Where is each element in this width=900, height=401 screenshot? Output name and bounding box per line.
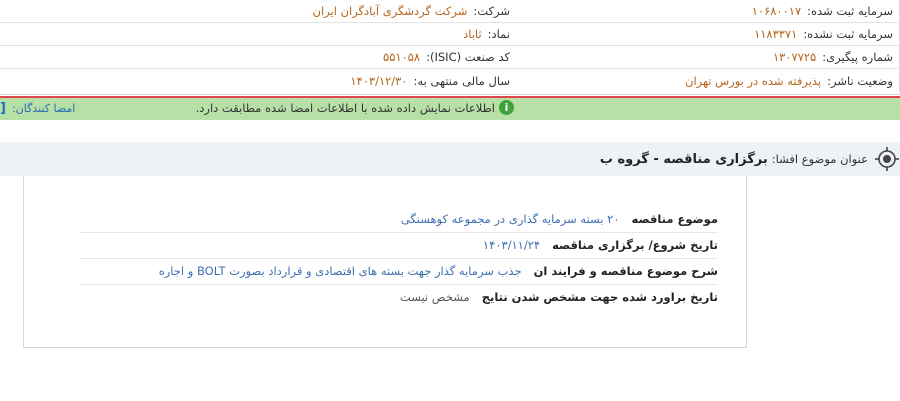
detail-row-subject: موضوع مناقصه ۲۰ بسته سرمایه گذاری در مجم… [80,206,718,233]
isic-label: کد صنعت (ISIC): [426,50,510,64]
symbol-value: ثاباد [463,27,482,41]
info-icon: i [499,100,514,115]
info-row-3: کد صنعت (ISIC): ۵۵۱۰۵۸ شماره پیگیری: ۱۳۰… [0,46,900,69]
detail-label: تاریخ شروع/ برگزاری مناقصه [552,238,718,252]
company-label: شرکت: [473,4,510,18]
symbol-label: نماد: [487,27,510,41]
unregistered-capital-value: ۱۱۸۳۳۷۱ [754,27,798,41]
company-info-table: شرکت: شرکت گردشگری آبادگران ایران سرمایه… [0,0,900,95]
registered-capital-value: ۱۰۶۸۰۰۱۷ [751,4,802,18]
detail-label: شرح موضوع مناقصه و فرایند ان [533,264,718,278]
detail-value: ۲۰ بسته سرمایه گذاری در مجموعه کوهسنگی [400,212,620,226]
detail-row-start-date: تاریخ شروع/ برگزاری مناقصه ۱۴۰۳/۱۱/۲۴ [80,232,718,259]
symbol-cell: نماد: ثاباد [0,23,516,45]
signers[interactable]: امضا کنندگان: [ [0,101,75,116]
tracking-value: ۱۳۰۷۷۲۵ [773,50,817,64]
info-row-2: نماد: ثاباد سرمایه ثبت نشده: ۱۱۸۳۳۷۱ [0,23,900,46]
info-row-4: سال مالی منتهی به: ۱۴۰۳/۱۲/۳۰ وضعیت ناشر… [0,69,900,92]
company-value: شرکت گردشگری آبادگران ایران [312,4,468,18]
signers-label[interactable]: امضا کنندگان: [12,102,75,115]
target-icon [875,147,899,171]
signature-message: i اطلاعات نمایش داده شده با اطلاعات امضا… [196,100,514,115]
signers-bracket[interactable]: [ [0,101,6,116]
detail-value: جذب سرمایه گذار جهت بسته های اقتصادی و ق… [158,264,522,278]
registered-capital-label: سرمایه ثبت شده: [807,4,893,18]
fiscal-label: سال مالی منتهی به: [413,73,510,88]
detail-row-results-date: تاریخ براورد شده جهت مشخص شدن نتایج مشخص… [80,284,718,310]
unregistered-capital-cell: سرمایه ثبت نشده: ۱۱۸۳۳۷۱ [516,23,900,45]
info-row-1: شرکت: شرکت گردشگری آبادگران ایران سرمایه… [0,0,900,23]
unregistered-capital-label: سرمایه ثبت نشده: [803,27,893,41]
detail-label: موضوع مناقصه [631,212,718,226]
detail-label: تاریخ براورد شده جهت مشخص شدن نتایج [481,290,718,304]
fiscal-value: ۱۴۰۳/۱۲/۳۰ [350,73,408,88]
registered-capital-cell: سرمایه ثبت شده: ۱۰۶۸۰۰۱۷ [516,0,900,22]
tracking-label: شماره پیگیری: [822,50,893,64]
status-value: پذیرفته شده در بورس تهران [685,73,822,88]
disclosure-title-bar: عنوان موضوع افشا: برگزاری مناقصه - گروه … [0,142,900,176]
status-cell: وضعیت ناشر: پذیرفته شده در بورس تهران [516,69,900,92]
isic-cell: کد صنعت (ISIC): ۵۵۱۰۵۸ [0,46,516,68]
detail-row-description: شرح موضوع مناقصه و فرایند ان جذب سرمایه … [80,258,718,285]
signature-verification-bar: i اطلاعات نمایش داده شده با اطلاعات امضا… [0,96,900,120]
fiscal-cell: سال مالی منتهی به: ۱۴۰۳/۱۲/۳۰ [0,69,516,92]
subject-value: برگزاری مناقصه - گروه ب [599,151,768,167]
detail-value: مشخص نیست [399,290,470,304]
detail-value: ۱۴۰۳/۱۱/۲۴ [482,238,541,252]
signature-message-text: اطلاعات نمایش داده شده با اطلاعات امضا ش… [195,100,495,115]
tender-details-box: موضوع مناقصه ۲۰ بسته سرمایه گذاری در مجم… [23,176,747,348]
subject-label: عنوان موضوع افشا: [771,152,868,166]
company-cell: شرکت: شرکت گردشگری آبادگران ایران [0,0,516,22]
isic-value: ۵۵۱۰۵۸ [383,50,421,64]
status-label: وضعیت ناشر: [827,73,893,88]
disclosure-title: عنوان موضوع افشا: برگزاری مناقصه - گروه … [600,146,900,172]
tracking-cell: شماره پیگیری: ۱۳۰۷۷۲۵ [516,46,900,68]
